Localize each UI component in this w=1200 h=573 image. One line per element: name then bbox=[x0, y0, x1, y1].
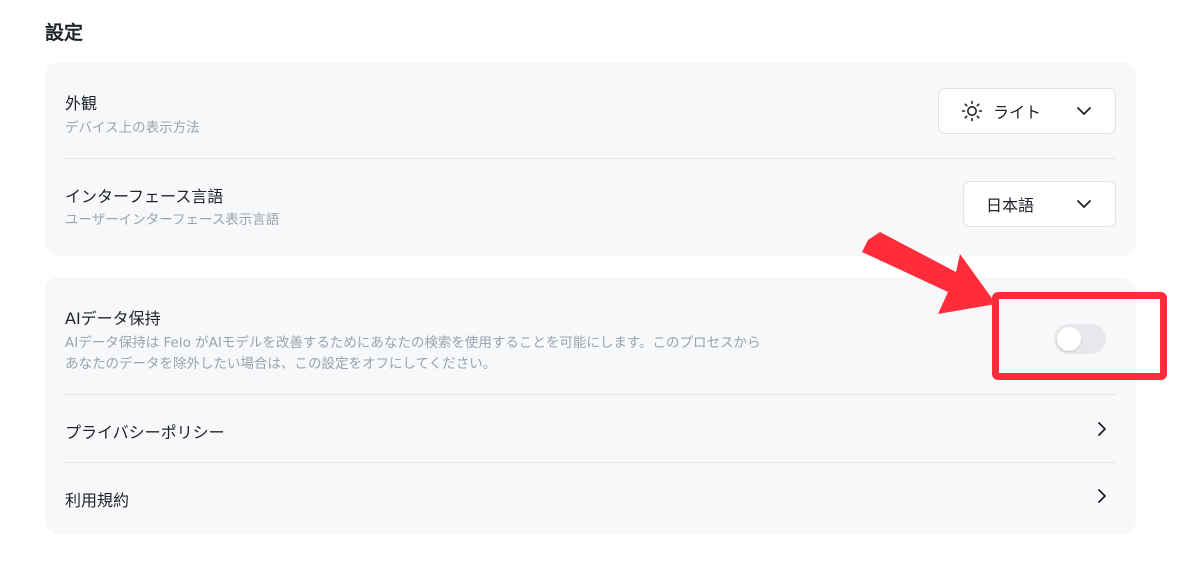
ai-data-description-line1: AIデータ保持は Felo がAIモデルを改善するためにあなたの検索を使用するこ… bbox=[65, 335, 761, 351]
appearance-title: 外観 bbox=[65, 94, 98, 113]
chevron-right-icon[interactable] bbox=[1093, 487, 1111, 505]
sun-icon bbox=[961, 100, 983, 122]
language-title: インターフェース言語 bbox=[65, 187, 224, 206]
ai-data-description-line2: あなたのデータを除外したい場合は、この設定をオフにしてください。 bbox=[65, 356, 497, 372]
page-title: 設定 bbox=[45, 22, 84, 44]
terms-label: 利用規約 bbox=[65, 491, 130, 510]
appearance-select-value: ライト bbox=[993, 103, 1042, 122]
language-select[interactable]: 日本語 bbox=[963, 181, 1116, 227]
terms-link[interactable]: 利用規約 bbox=[65, 463, 1116, 534]
display-settings-card: 外観 デバイス上の表示方法 ライト インターフェース言語 ユーザーインターフェー… bbox=[45, 62, 1136, 256]
privacy-policy-label: プライバシーポリシー bbox=[65, 423, 225, 442]
chevron-down-icon bbox=[1075, 195, 1093, 213]
language-select-value: 日本語 bbox=[986, 196, 1035, 215]
privacy-policy-link[interactable]: プライバシーポリシー bbox=[65, 395, 1116, 462]
chevron-right-icon[interactable] bbox=[1093, 420, 1111, 438]
chevron-down-icon bbox=[1075, 102, 1093, 120]
annotation-highlight-box bbox=[992, 292, 1167, 380]
appearance-select[interactable]: ライト bbox=[938, 88, 1116, 134]
appearance-subtitle: デバイス上の表示方法 bbox=[65, 120, 200, 136]
ai-data-title: AIデータ保持 bbox=[65, 309, 161, 328]
annotation-arrow bbox=[862, 232, 996, 314]
language-subtitle: ユーザーインターフェース表示言語 bbox=[65, 212, 280, 228]
